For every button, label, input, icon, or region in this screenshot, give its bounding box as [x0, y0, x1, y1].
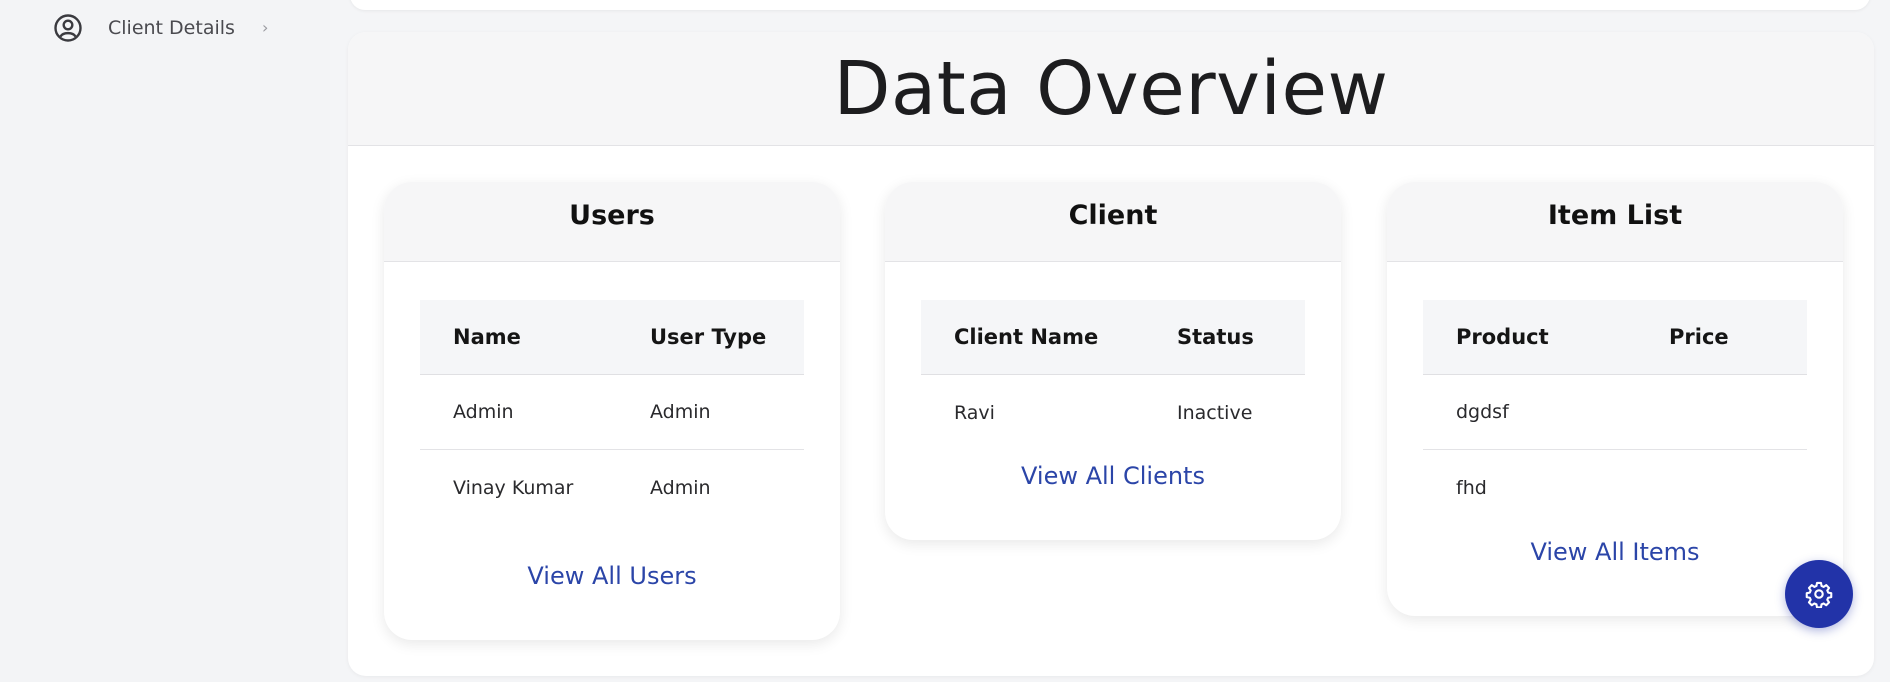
client-card-header: Client — [885, 182, 1341, 262]
settings-button[interactable] — [1785, 560, 1853, 628]
table-row: Ravi Inactive — [921, 375, 1305, 450]
cell-name: Vinay Kumar — [453, 476, 574, 499]
table-row: Vinay Kumar Admin — [420, 450, 804, 525]
cell-user-type: Admin — [650, 401, 711, 423]
users-card-title: Users — [569, 200, 655, 231]
cell-client-name: Ravi — [954, 401, 995, 424]
column-header-price: Price — [1669, 325, 1729, 349]
user-circle-icon — [52, 12, 84, 44]
top-panel — [350, 0, 1870, 10]
item-list-table: Product Price dgdsf fhd — [1423, 300, 1807, 525]
users-card: Users Name User Type Admin Admin Vinay K… — [384, 182, 840, 640]
table-header: Name User Type — [420, 300, 804, 375]
gear-icon — [1805, 580, 1833, 608]
cell-status: Inactive — [1177, 401, 1253, 424]
sidebar-item-client-details[interactable]: Client Details › — [52, 10, 282, 46]
view-all-items-link[interactable]: View All Items — [1387, 538, 1843, 566]
column-header-product: Product — [1456, 325, 1549, 349]
chevron-right-icon: › — [262, 18, 269, 37]
client-table: Client Name Status Ravi Inactive — [921, 300, 1305, 450]
column-header-name: Name — [453, 325, 521, 349]
item-list-card: Item List Product Price dgdsf fhd View A… — [1387, 182, 1843, 616]
page-title: Data Overview — [833, 45, 1389, 132]
table-row: fhd — [1423, 450, 1807, 525]
cell-name: Admin — [453, 401, 514, 423]
main-content: Data Overview Users Name User Type Admin… — [330, 0, 1890, 682]
users-card-header: Users — [384, 182, 840, 262]
item-list-card-title: Item List — [1547, 200, 1683, 231]
client-card: Client Client Name Status Ravi Inactive … — [885, 182, 1341, 540]
table-header: Client Name Status — [921, 300, 1305, 375]
table-row: Admin Admin — [420, 375, 804, 450]
data-overview-panel: Data Overview Users Name User Type Admin… — [348, 32, 1874, 676]
view-all-clients-link[interactable]: View All Clients — [885, 462, 1341, 490]
cell-user-type: Admin — [650, 476, 711, 499]
table-header: Product Price — [1423, 300, 1807, 375]
column-header-client-name: Client Name — [954, 325, 1099, 349]
column-header-user-type: User Type — [650, 325, 767, 349]
cell-product: fhd — [1456, 476, 1487, 499]
item-list-card-header: Item List — [1387, 182, 1843, 262]
view-all-users-link[interactable]: View All Users — [384, 562, 840, 590]
table-row: dgdsf — [1423, 375, 1807, 450]
users-table: Name User Type Admin Admin Vinay Kumar A… — [420, 300, 804, 525]
overview-header: Data Overview — [348, 32, 1874, 146]
client-card-title: Client — [1068, 200, 1158, 231]
column-header-status: Status — [1177, 325, 1254, 349]
sidebar: Client Details › — [0, 0, 330, 682]
cell-product: dgdsf — [1456, 401, 1509, 423]
sidebar-item-label: Client Details — [108, 17, 235, 39]
